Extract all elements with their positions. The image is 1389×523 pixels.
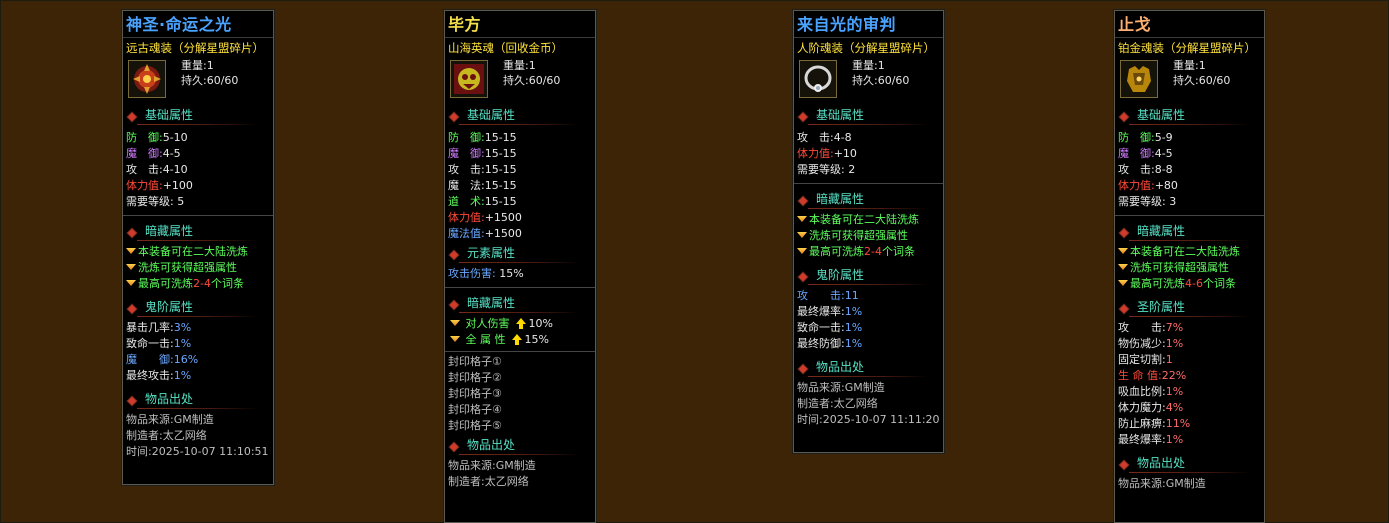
section-header-basic: 基础属性	[794, 106, 943, 125]
amulet-red-icon	[128, 60, 166, 98]
seal-slot: 封印格子⑤	[448, 419, 502, 432]
weight: 重量:1	[852, 59, 885, 72]
item-name: 止戈	[1115, 11, 1264, 38]
section-header-basic: 基础属性	[1115, 106, 1264, 125]
item-tooltip-2: 毕方 山海英魂（回收金币） 重量:1 持久:60/60 基础属性 防 御:15-…	[443, 9, 597, 523]
item-type: 远古魂装（分解星盟碎片）	[126, 41, 264, 55]
item-tooltip-3: 来自光的审判 人阶魂装（分解星盟碎片） 重量:1 持久:60/60 基础属性 攻…	[792, 9, 945, 454]
section-header-origin: 物品出处	[794, 358, 943, 377]
item-tooltip-1: 神圣·命运之光 远古魂装（分解星盟碎片） 重量:1 持久:60/60 基础属性 …	[121, 9, 275, 486]
weight: 重量:1	[503, 59, 536, 72]
seal-slot: 封印格子②	[448, 371, 502, 384]
durability: 持久:60/60	[852, 74, 910, 87]
section-header-origin: 物品出处	[1115, 454, 1264, 473]
item-name: 毕方	[445, 11, 595, 38]
durability: 持久:60/60	[181, 74, 239, 87]
item-type: 人阶魂装（分解星盟碎片）	[797, 41, 935, 55]
section-header-saint: 圣阶属性	[1115, 298, 1264, 317]
section-header-hidden: 暗藏属性	[123, 222, 273, 241]
weight: 重量:1	[1173, 59, 1206, 72]
item-name: 来自光的审判	[794, 11, 943, 38]
silver-necklace-icon	[799, 60, 837, 98]
section-header-ghost: 鬼阶属性	[794, 266, 943, 285]
durability: 持久:60/60	[1173, 74, 1231, 87]
item-tooltip-4: 止戈 铂金魂装（分解星盟碎片） 重量:1 持久:60/60 基础属性 防 御:5…	[1113, 9, 1266, 523]
seal-slot: 封印格子③	[448, 387, 502, 400]
item-type: 山海英魂（回收金币）	[448, 41, 563, 55]
seal-slot: 封印格子①	[448, 355, 502, 368]
durability: 持久:60/60	[503, 74, 561, 87]
section-header-basic: 基础属性	[123, 106, 273, 125]
weight: 重量:1	[181, 59, 214, 72]
section-header-hidden: 暗藏属性	[794, 190, 943, 209]
section-header-hidden: 暗藏属性	[445, 294, 595, 313]
item-type: 铂金魂装（分解星盟碎片）	[1118, 41, 1256, 55]
seal-slot: 封印格子④	[448, 403, 502, 416]
section-header-ghost: 鬼阶属性	[123, 298, 273, 317]
section-header-basic: 基础属性	[445, 106, 595, 125]
item-name: 神圣·命运之光	[123, 11, 273, 38]
section-header-element: 元素属性	[445, 244, 595, 263]
beast-skull-icon	[450, 60, 488, 98]
gold-armor-icon	[1120, 60, 1158, 98]
section-header-origin: 物品出处	[445, 436, 595, 455]
section-header-hidden: 暗藏属性	[1115, 222, 1264, 241]
section-header-origin: 物品出处	[123, 390, 273, 409]
